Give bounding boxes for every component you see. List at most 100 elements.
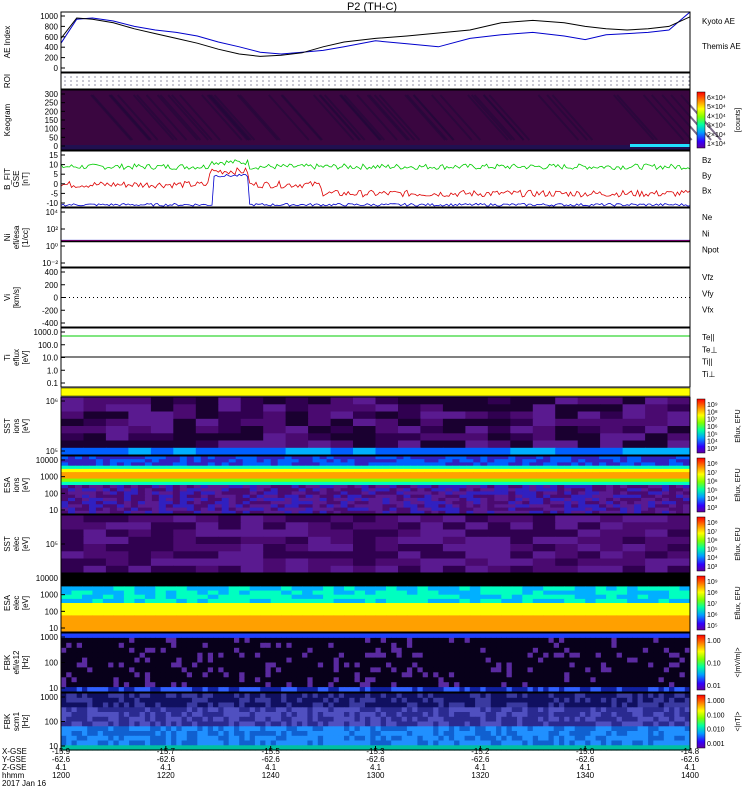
fbk_e-cell [165, 647, 172, 654]
fbk_e-cell [307, 633, 314, 639]
roi-dot [418, 76, 420, 78]
esa_e-cell [679, 607, 691, 612]
fbk_e-cell [506, 637, 513, 644]
esa_e-cell [165, 582, 177, 587]
fbk_b-cell [464, 693, 471, 699]
esa_e-cell [365, 586, 376, 591]
esa_i-cell [82, 468, 90, 473]
fbk_e-cell [213, 677, 219, 683]
fbk_b-cell [401, 693, 408, 699]
esa_i-cell [550, 488, 558, 492]
fbk_b-cell [102, 693, 109, 699]
esa_i-cell [354, 472, 362, 476]
fbk_b-cell [181, 697, 188, 704]
fbk_e-cell [674, 637, 680, 644]
esa_i-cell [305, 497, 314, 502]
fbk_e-cell [223, 637, 230, 644]
fbk_e-cell [82, 662, 88, 668]
sst_i-cell [285, 447, 309, 456]
esa_e-cell [123, 586, 135, 591]
esa_e-cell [281, 590, 293, 596]
esa_i-cell [347, 491, 355, 496]
esa_i-cell [382, 462, 390, 467]
fbk_e-cell [543, 677, 549, 683]
esa_e-cell [134, 594, 146, 600]
fbk_e-cell [632, 642, 638, 649]
esa_i-cell [487, 504, 495, 508]
esa_e-cell [396, 574, 408, 579]
esa_e-cell [595, 619, 607, 625]
esa_i-cell [361, 472, 369, 476]
sst_e-cell [83, 515, 107, 523]
esa_e-cell [616, 607, 628, 612]
fbk_e-cell [260, 633, 266, 639]
esa_e-cell [228, 603, 240, 608]
roi-dot [556, 76, 558, 78]
esa_i-cell [172, 491, 181, 496]
ni-ylabel: Ni [3, 234, 12, 242]
esa_i-cell [137, 491, 146, 496]
fbk_e-cell [469, 652, 476, 659]
esa_i-cell [214, 472, 223, 476]
sst_e-cell [195, 529, 219, 538]
esa_e-cell [228, 578, 240, 583]
fbk_e-cell [218, 633, 224, 639]
esa_i-cell [599, 465, 607, 470]
esa_e-cell [155, 615, 167, 620]
esa_i-cell [172, 478, 181, 483]
sst_i-cell [353, 440, 376, 449]
fbk_e-cell [637, 633, 644, 639]
esa_e-cell [375, 611, 387, 616]
esa_i-cell [473, 468, 481, 473]
fbk_e-cell [401, 647, 408, 654]
esa_e-cell [102, 623, 114, 629]
fbk_e-cell [102, 657, 109, 663]
fbk_e-cell [517, 633, 523, 639]
fbk_e-cell [480, 652, 486, 659]
fbk_e-cell [108, 682, 114, 688]
fbk_e-cell [359, 662, 366, 668]
fbk_e-cell [475, 677, 481, 683]
esa_e-cell [92, 623, 104, 629]
esa_i-cell [305, 456, 314, 460]
fbk_e-cell [66, 652, 72, 659]
fbk_e-cell [658, 682, 665, 688]
fbk_e-cell [207, 657, 214, 663]
esa_e-cell [281, 598, 293, 604]
esa_i-cell [340, 462, 349, 467]
fbk_e-cell [365, 633, 371, 639]
esa_i-cell [200, 468, 209, 473]
esa_e-cell [134, 623, 146, 629]
fbk_b-cell [165, 693, 172, 699]
esa_i-cell [333, 468, 342, 473]
esa_i-cell [620, 459, 628, 463]
sst_e-cell [330, 522, 354, 531]
fbk_e-cell [328, 667, 334, 673]
esa_i-cell [89, 485, 97, 489]
fbk_e-cell [417, 637, 424, 644]
fbk_e-cell [160, 637, 167, 644]
ae-legend-Themis AE: Themis AE [702, 42, 741, 51]
esa_e-cell [585, 586, 597, 591]
esa_i-cell [375, 507, 383, 512]
fbk_e-cell [102, 677, 109, 683]
esa_i-cell [186, 456, 195, 460]
esa_i-cell [172, 507, 181, 512]
esa_e-cell [627, 603, 639, 608]
sst_i-cell [577, 418, 601, 427]
esa_i-cell [368, 481, 376, 486]
fbk_e-cell [517, 672, 523, 678]
esa_i-cell [480, 507, 488, 512]
sst_e-cell [398, 529, 421, 538]
esa_e-cell [595, 582, 607, 587]
sst_i-cell [330, 433, 354, 442]
fbk_e-cell [375, 652, 382, 659]
fbk_e-cell [579, 677, 586, 683]
sst_e-cell [600, 515, 624, 523]
esa_i-cell [102, 462, 111, 467]
fbk_b-cell [150, 697, 156, 704]
fbk_e-cell [380, 633, 387, 639]
roi-dot [430, 84, 432, 86]
fbk_e-cell [118, 647, 125, 654]
esa_i-cell [256, 481, 265, 486]
